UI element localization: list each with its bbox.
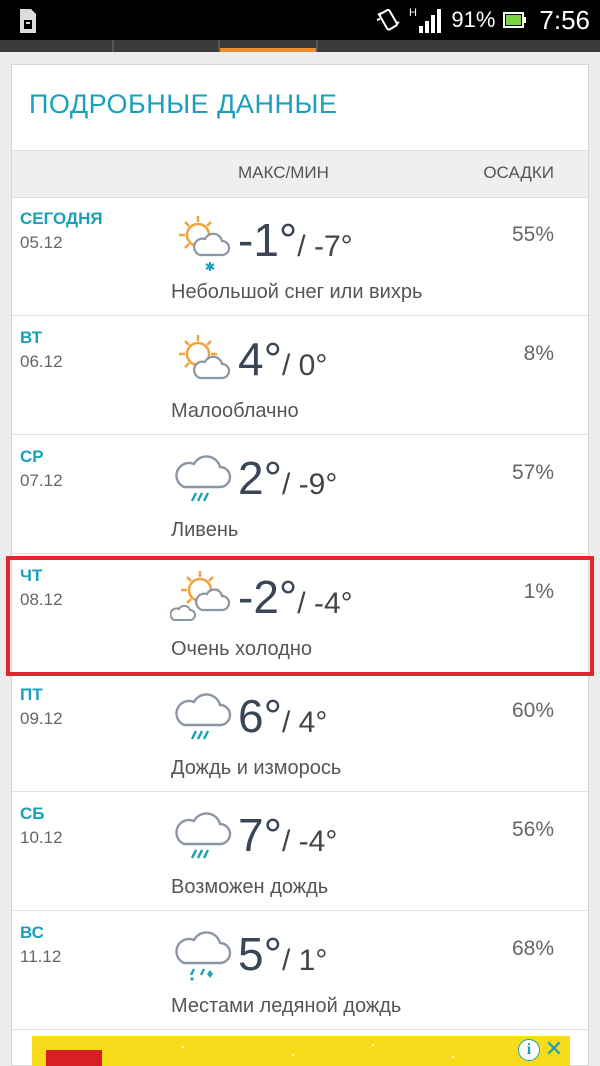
ad-info-icon[interactable]: i xyxy=(518,1039,540,1061)
sun-two-clouds-icon xyxy=(170,571,231,621)
svg-text:H: H xyxy=(409,7,417,19)
precipitation-value: 55% xyxy=(511,223,554,246)
weather-description: Дождь и изморось xyxy=(171,757,342,779)
status-bar: H 91% 7:56 xyxy=(0,0,600,40)
date-label: 10.12 xyxy=(20,828,63,847)
temperature-range: 6°/ 4° xyxy=(238,689,327,743)
temp-min: / -4° xyxy=(297,587,353,620)
temperature-range: 4°/ 0° xyxy=(238,332,327,386)
precipitation-value: 8% xyxy=(523,342,554,365)
partly-cloudy-icon xyxy=(179,335,231,380)
freezing-rain-cloud-icon xyxy=(175,931,232,981)
forecast-row-tue[interactable]: ВТ 06.12 4°/ 0° 8% Малооблачно xyxy=(12,316,588,435)
day-label: ПТ xyxy=(20,685,43,704)
rain-cloud-icon xyxy=(175,693,232,740)
page-title: ПОДРОБНЫЕ ДАННЫЕ xyxy=(29,89,338,119)
signal-icon: H xyxy=(409,7,442,33)
ad-sparkle xyxy=(372,1044,374,1046)
day-label: ВС xyxy=(20,923,44,942)
column-header-bar: МАКС/МИН ОСАДКИ xyxy=(12,150,588,198)
vibrate-icon xyxy=(377,8,400,31)
temp-min: / -9° xyxy=(281,468,338,501)
active-tab-indicator[interactable] xyxy=(220,48,316,52)
temp-max: 7° xyxy=(238,809,282,861)
temp-max: 6° xyxy=(238,690,282,742)
temperature-range: -2°/ -4° xyxy=(238,570,353,624)
detailed-forecast-card: ПОДРОБНЫЕ ДАННЫЕ МАКС/МИН ОСАДКИ СЕГОДНЯ… xyxy=(11,64,589,1066)
ad-banner[interactable]: i ✕ xyxy=(32,1036,570,1066)
precipitation-value: 1% xyxy=(523,580,554,603)
temp-max: 4° xyxy=(238,333,282,385)
temp-min: / 0° xyxy=(281,349,328,382)
date-label: 08.12 xyxy=(20,590,63,609)
temp-max: -2° xyxy=(238,571,298,623)
battery-percent: 91% xyxy=(451,7,496,32)
temp-min: / 1° xyxy=(281,944,328,977)
rain-cloud-icon xyxy=(175,812,232,859)
temp-min: / -7° xyxy=(297,230,353,263)
tab-divider xyxy=(112,40,114,52)
temp-max: 5° xyxy=(238,928,282,980)
precipitation-value: 56% xyxy=(511,818,554,841)
forecast-row-thu[interactable]: ЧТ 08.12 -2°/ -4° 1% Очень холодно xyxy=(12,554,588,673)
clock: 7:56 xyxy=(539,4,590,35)
forecast-row-today[interactable]: СЕГОДНЯ 05.12 -1°/ -7° 55% Небольшой сне… xyxy=(12,197,588,316)
precipitation-value: 68% xyxy=(511,937,554,960)
day-label: ВТ xyxy=(20,328,43,347)
temperature-range: -1°/ -7° xyxy=(238,213,353,267)
date-label: 06.12 xyxy=(20,352,63,371)
forecast-row-sat[interactable]: СБ 10.12 7°/ -4° 56% Возможен дождь xyxy=(12,792,588,911)
ad-close-icon[interactable]: ✕ xyxy=(542,1037,566,1063)
column-header-maxmin: МАКС/МИН xyxy=(238,163,329,182)
date-label: 09.12 xyxy=(20,709,63,728)
weather-description: Очень холодно xyxy=(171,638,312,660)
weather-description: Возможен дождь xyxy=(171,876,329,898)
temp-max: -1° xyxy=(238,214,298,266)
weather-description: Ливень xyxy=(171,519,239,541)
precipitation-value: 60% xyxy=(511,699,554,722)
temp-min: / -4° xyxy=(281,825,338,858)
weather-description: Небольшой снег или вихрь xyxy=(171,281,423,303)
battery-icon xyxy=(503,12,527,28)
weather-description: Малооблачно xyxy=(171,400,299,422)
sim-icon xyxy=(20,9,36,33)
forecast-row-wed[interactable]: СР 07.12 2°/ -9° 57% Ливень xyxy=(12,435,588,554)
temperature-range: 2°/ -9° xyxy=(238,451,337,505)
precipitation-value: 57% xyxy=(511,461,554,484)
forecast-row-fri[interactable]: ПТ 09.12 6°/ 4° 60% Дождь и изморось xyxy=(12,673,588,792)
day-label: СБ xyxy=(20,804,45,823)
ad-sparkle xyxy=(452,1056,454,1058)
day-label: ЧТ xyxy=(20,566,43,585)
temp-min: / 4° xyxy=(281,706,328,739)
ad-sparkle xyxy=(292,1054,294,1056)
day-label: СЕГОДНЯ xyxy=(20,209,103,228)
temperature-range: 7°/ -4° xyxy=(238,808,337,862)
date-label: 11.12 xyxy=(20,947,62,966)
temperature-range: 5°/ 1° xyxy=(238,927,327,981)
temp-max: 2° xyxy=(238,452,282,504)
column-header-precipitation: ОСАДКИ xyxy=(483,163,554,182)
ad-graphic xyxy=(46,1050,102,1066)
tab-strip xyxy=(0,40,600,52)
ad-sparkle xyxy=(182,1046,184,1048)
tab-divider xyxy=(316,40,318,52)
sun-cloud-snow-icon xyxy=(179,216,231,271)
forecast-row-sun[interactable]: ВС 11.12 5°/ 1° 68% Местами ледяной дожд… xyxy=(12,911,588,1030)
date-label: 07.12 xyxy=(20,471,63,490)
weather-description: Местами ледяной дождь xyxy=(171,995,402,1017)
date-label: 05.12 xyxy=(20,233,63,252)
day-label: СР xyxy=(20,447,44,466)
rain-cloud-icon xyxy=(175,455,232,502)
forecast-list: СЕГОДНЯ 05.12 -1°/ -7° 55% Небольшой сне… xyxy=(12,197,588,1030)
